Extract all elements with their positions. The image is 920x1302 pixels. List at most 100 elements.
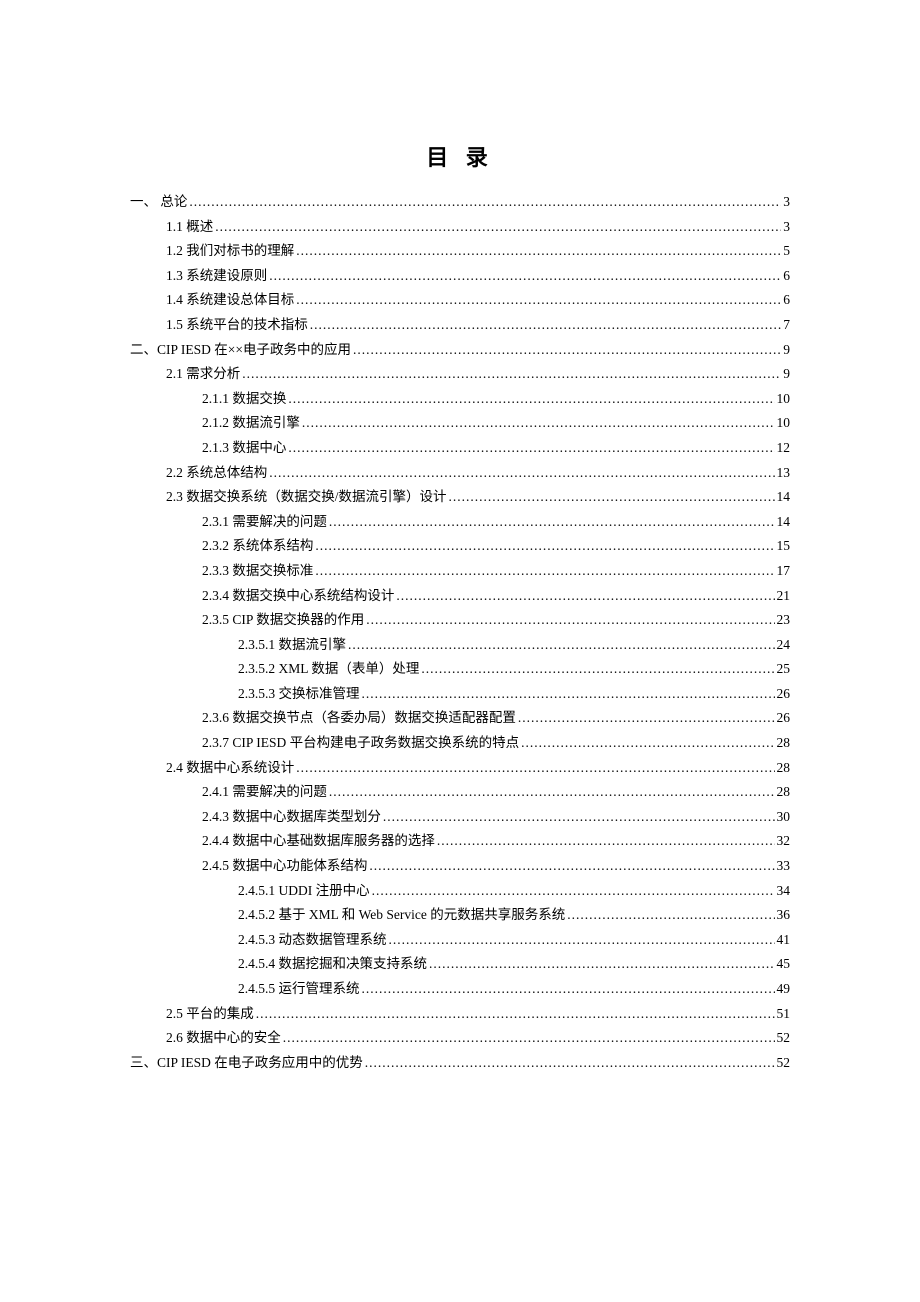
toc-entry[interactable]: 2.3.4 数据交换中心系统结构设计 21 [130,584,790,609]
toc-entry-page: 9 [783,338,790,363]
toc-entry-label: 2.3.7 CIP IESD 平台构建电子政务数据交换系统的特点 [202,731,519,756]
toc-leader-dots [383,805,775,830]
toc-entry[interactable]: 2.3.6 数据交换节点（各委办局）数据交换适配器配置26 [130,706,790,731]
toc-entry-label: 2.3.1 需要解决的问题 [202,510,327,535]
toc-entry[interactable]: 2.6 数据中心的安全52 [130,1026,790,1051]
toc-entry-page: 7 [783,313,790,338]
toc-entry-label: 2.3.3 数据交换标准 [202,559,313,584]
toc-entry-label: 2.3.5 CIP 数据交换器的作用 [202,608,364,633]
toc-leader-dots [283,1026,775,1051]
toc-entry[interactable]: 2.1.2 数据流引擎10 [130,411,790,436]
toc-entry-label: 2.3.5.3 交换标准管理 [238,682,360,707]
toc-entry-page: 14 [777,485,791,510]
toc-leader-dots [567,903,774,928]
toc-entry-page: 52 [777,1026,791,1051]
toc-entry-page: 13 [777,461,791,486]
toc-list: 一、 总论31.1 概述 3 1.2 我们对标书的理解 51.3 系统建设原则61.4… [130,190,790,1075]
toc-entry-label: 2.2 系统总体结构 [166,461,267,486]
toc-entry-page: 30 [777,805,791,830]
toc-entry-label: 2.1.2 数据流引擎 [202,411,300,436]
toc-entry-label: 2.1.3 数据中心 [202,436,286,461]
toc-entry-page: 28 [777,756,791,781]
toc-leader-dots [521,731,774,756]
toc-entry-label: 2.4.5.3 动态数据管理系统 [238,928,387,953]
toc-entry[interactable]: 2.3.1 需要解决的问题 14 [130,510,790,535]
toc-entry-label: 1.1 概述 [166,215,213,240]
toc-entry-page: 33 [777,854,791,879]
toc-entry[interactable]: 1.2 我们对标书的理解 5 [130,239,790,264]
toc-entry-page: 26 [777,706,791,731]
toc-entry-label: 2.4.5.5 运行管理系统 [238,977,360,1002]
toc-entry[interactable]: 二、CIP IESD 在××电子政务中的应用9 [130,338,790,363]
toc-entry[interactable]: 2.3.5 CIP 数据交换器的作用 23 [130,608,790,633]
toc-leader-dots [362,682,775,707]
toc-entry[interactable]: 2.4.5.3 动态数据管理系统41 [130,928,790,953]
toc-entry[interactable]: 2.4.1 需要解决的问题28 [130,780,790,805]
toc-entry-page: 23 [777,608,791,633]
toc-leader-dots [296,239,781,264]
toc-entry[interactable]: 1.4 系统建设总体目标6 [130,288,790,313]
toc-entry[interactable]: 2.3.5.1 数据流引擎24 [130,633,790,658]
toc-entry[interactable]: 2.4 数据中心系统设计28 [130,756,790,781]
toc-entry[interactable]: 2.1.1 数据交换10 [130,387,790,412]
toc-leader-dots [256,1002,775,1027]
toc-entry[interactable]: 2.4.5.4 数据挖掘和决策支持系统 45 [130,952,790,977]
toc-leader-dots [302,411,775,436]
toc-entry-page: 21 [777,584,791,609]
toc-entry[interactable]: 2.4.4 数据中心基础数据库服务器的选择32 [130,829,790,854]
toc-entry-label: 2.4.5.1 UDDI 注册中心 [238,879,370,904]
toc-entry[interactable]: 2.1.3 数据中心 12 [130,436,790,461]
toc-leader-dots [362,977,775,1002]
toc-entry[interactable]: 1.3 系统建设原则6 [130,264,790,289]
toc-entry-label: 1.2 我们对标书的理解 [166,239,294,264]
toc-entry[interactable]: 一、 总论3 [130,190,790,215]
toc-entry-label: 三、CIP IESD 在电子政务应用中的优势 [130,1051,363,1076]
toc-leader-dots [242,362,781,387]
toc-entry[interactable]: 三、CIP IESD 在电子政务应用中的优势52 [130,1051,790,1076]
toc-entry-label: 2.3 数据交换系统（数据交换/数据流引擎）设计 [166,485,447,510]
toc-entry[interactable]: 2.3.5.2 XML 数据（表单）处理25 [130,657,790,682]
toc-leader-dots [315,534,774,559]
toc-entry-label: 2.4.3 数据中心数据库类型划分 [202,805,381,830]
toc-entry-label: 2.4.5.4 数据挖掘和决策支持系统 [238,952,427,977]
document-page: 目 录 一、 总论31.1 概述31.2 我们对标书的理解51.3 系统建设原则… [0,0,920,1302]
toc-entry-page: 26 [777,682,791,707]
toc-leader-dots [421,657,774,682]
toc-entry[interactable]: 2.3.5.3 交换标准管理 26 [130,682,790,707]
toc-entry-label: 2.5 平台的集成 [166,1002,254,1027]
toc-leader-dots [396,584,774,609]
toc-entry-page: 6 [783,264,790,289]
toc-entry[interactable]: 2.5 平台的集成51 [130,1002,790,1027]
toc-entry-page: 17 [777,559,791,584]
toc-entry[interactable]: 1.1 概述 3 [130,215,790,240]
toc-entry[interactable]: 2.1 需求分析 9 [130,362,790,387]
toc-entry-page: 5 [783,239,790,264]
toc-entry[interactable]: 2.3.3 数据交换标准 17 [130,559,790,584]
toc-entry[interactable]: 2.3.7 CIP IESD 平台构建电子政务数据交换系统的特点 28 [130,731,790,756]
toc-entry-page: 3 [783,190,790,215]
toc-entry[interactable]: 2.3.2 系统体系结构15 [130,534,790,559]
toc-entry-page: 3 [783,215,790,240]
toc-entry-page: 25 [777,657,791,682]
toc-leader-dots [189,190,781,215]
toc-entry-page: 12 [777,436,791,461]
toc-entry[interactable]: 2.2 系统总体结构 13 [130,461,790,486]
toc-entry[interactable]: 2.3 数据交换系统（数据交换/数据流引擎）设计 14 [130,485,790,510]
toc-entry[interactable]: 2.4.5.5 运行管理系统49 [130,977,790,1002]
toc-leader-dots [518,706,775,731]
toc-entry-page: 45 [777,952,791,977]
toc-entry[interactable]: 2.4.3 数据中心数据库类型划分 30 [130,805,790,830]
toc-entry[interactable]: 2.4.5.1 UDDI 注册中心34 [130,879,790,904]
toc-leader-dots [315,559,774,584]
toc-entry-page: 9 [783,362,790,387]
toc-entry-label: 2.1 需求分析 [166,362,240,387]
toc-entry[interactable]: 2.4.5 数据中心功能体系结构33 [130,854,790,879]
toc-entry-page: 28 [777,731,791,756]
toc-entry-label: 2.4.5.2 基于 XML 和 Web Service 的元数据共享服务系统 [238,903,565,928]
toc-entry-label: 2.3.2 系统体系结构 [202,534,313,559]
toc-entry[interactable]: 1.5 系统平台的技术指标7 [130,313,790,338]
toc-entry-page: 14 [777,510,791,535]
toc-entry[interactable]: 2.4.5.2 基于 XML 和 Web Service 的元数据共享服务系统3… [130,903,790,928]
toc-entry-label: 2.3.4 数据交换中心系统结构设计 [202,584,394,609]
toc-leader-dots [449,485,775,510]
